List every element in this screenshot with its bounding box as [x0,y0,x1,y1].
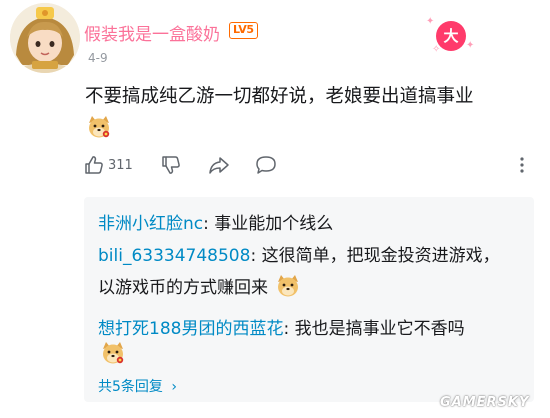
reply-username[interactable]: 想打死188男团的西蓝花 [98,319,283,339]
reply-item[interactable]: 想打死188男团的西蓝花: 我也是搞事业它不香吗 [98,314,465,339]
more-replies-label: 共5条回复 [98,379,163,395]
avatar-image [10,3,80,73]
chevron-right-icon: › [171,379,177,395]
comment-date: 4-9 [88,51,108,65]
comment-text: 不要搞成纯乙游一切都好说，老娘要出道搞事业 [85,86,474,107]
watermark: GAMERSKY [440,395,530,410]
dislike-button[interactable] [161,152,181,178]
comment-bubble-icon [256,156,276,174]
thumbs-up-icon [85,156,103,174]
deco-circle: 大 [436,21,466,51]
sparkle-icon: ✦ [466,40,475,51]
reply-text: 以游戏币的方式赚回来 [98,278,268,298]
reply-text: 事业能加个线么 [208,214,334,234]
reply-item[interactable]: 非洲小红脸nc: 事业能加个线么 [98,209,333,234]
more-vertical-icon [520,157,524,173]
level-badge: LV5 [229,22,258,39]
reply-username[interactable]: bili_63334748508 [98,246,250,266]
reply-username[interactable]: 非洲小红脸nc [98,214,203,234]
reply-button[interactable] [255,152,277,178]
doge-emoji [100,340,126,370]
more-options-button[interactable] [516,152,528,178]
reply-thread[interactable]: 非洲小红脸nc: 事业能加个线么 bili_63334748508: 这很简单，… [84,197,534,402]
like-count: 311 [108,157,133,173]
like-button[interactable]: 311 [84,152,133,178]
doge-emoji-icon [278,275,299,297]
avatar[interactable] [10,3,80,73]
reply-item[interactable]: bili_63334748508: 这很简单，把现金投资进游戏， [98,241,500,266]
reply-item-continued[interactable]: 以游戏币的方式赚回来 [98,273,301,299]
share-button[interactable] [208,152,230,178]
username[interactable]: 假装我是一盒酸奶 [84,20,220,45]
doge-emoji [86,114,112,144]
view-more-replies-link[interactable]: 共5条回复 › [98,376,177,396]
sparkle-icon: ✦ [426,16,435,27]
reply-text: 这很简单，把现金投资进游戏， [256,246,500,266]
reply-text: 我也是搞事业它不香吗 [289,319,465,339]
decoration-badge: ✦ ✦ ✧ 大 [426,14,476,58]
share-icon [209,157,229,174]
doge-emoji-icon [103,342,124,364]
thumbs-down-icon [162,156,180,174]
doge-emoji-icon [89,116,110,138]
